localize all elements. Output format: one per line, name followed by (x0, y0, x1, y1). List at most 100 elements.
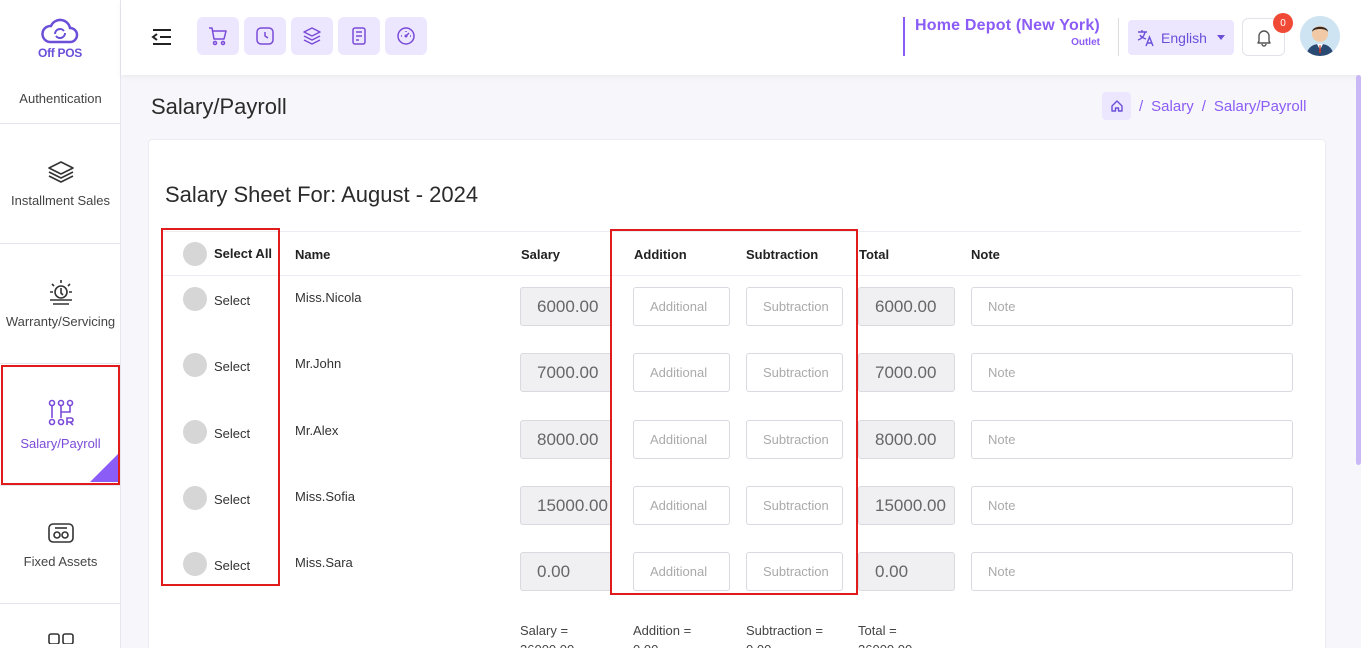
salary-sheet-card: Salary Sheet For: August - 2024 Select A… (148, 139, 1326, 648)
col-header-subtraction: Subtraction (746, 247, 819, 262)
subtraction-input[interactable] (746, 552, 843, 591)
row-select-label[interactable]: Select (214, 558, 250, 573)
total-field (858, 353, 955, 392)
layers-icon (303, 27, 321, 45)
row-select-label[interactable]: Select (214, 426, 250, 441)
header-divider (1118, 18, 1119, 56)
col-header-addition: Addition (634, 247, 687, 262)
breadcrumb-separator: / (1139, 97, 1144, 115)
sidebar-item-salary-payroll[interactable]: Salary/Payroll (0, 364, 120, 486)
user-avatar[interactable] (1300, 16, 1340, 56)
salary-field (520, 287, 612, 326)
language-dropdown[interactable]: English (1128, 20, 1234, 55)
sheet-title: Salary Sheet For: August - 2024 (165, 182, 479, 207)
addition-input[interactable] (633, 420, 730, 459)
layers-button[interactable] (291, 17, 333, 55)
row-select-checkbox[interactable] (183, 287, 207, 311)
salary-field (520, 552, 612, 591)
row-select-label[interactable]: Select (214, 359, 250, 374)
salary-field (520, 420, 612, 459)
sidebar-item-label: Warranty/Servicing (5, 314, 116, 329)
subtraction-input[interactable] (746, 420, 843, 459)
sidebar-item-fixed-assets[interactable]: Fixed Assets (0, 486, 120, 604)
employee-name: Miss.Nicola (295, 290, 362, 305)
assets-icon (47, 523, 74, 543)
summary-value: 0.00 (633, 640, 691, 648)
total-field (858, 420, 955, 459)
addition-input[interactable] (633, 552, 730, 591)
sidebar: Off POS Authentication Installment Sales… (0, 0, 121, 648)
cloud-logo-icon (41, 18, 79, 43)
menu-collapse-icon[interactable] (151, 26, 173, 48)
col-header-salary: Salary (521, 247, 561, 262)
breadcrumb: / Salary / Salary/Payroll (1102, 92, 1306, 120)
employee-name: Mr.Alex (295, 423, 339, 438)
sidebar-item-label: Installment Sales (11, 193, 110, 208)
subtraction-input[interactable] (746, 486, 843, 525)
col-header-note: Note (971, 247, 1000, 262)
pos-cart-button[interactable] (197, 17, 239, 55)
salary-field (520, 486, 612, 525)
cart-icon (209, 27, 227, 46)
sidebar-item-next[interactable] (0, 604, 120, 648)
sidebar-item-authentication[interactable]: Authentication (0, 62, 120, 124)
col-header-total: Total (859, 247, 890, 262)
select-all-checkbox[interactable] (183, 242, 207, 266)
row-select-label[interactable]: Select (214, 492, 250, 507)
summary-value: 36000.00 (520, 640, 574, 648)
total-field (858, 552, 955, 591)
row-select-label[interactable]: Select (214, 293, 250, 308)
row-select-checkbox[interactable] (183, 552, 207, 576)
addition-input[interactable] (633, 287, 730, 326)
row-select-checkbox[interactable] (183, 353, 207, 377)
register-icon (352, 27, 366, 45)
layers-icon (47, 161, 74, 183)
summary-total: Total = 36000.00 (858, 621, 912, 648)
payroll-icon (48, 399, 74, 426)
summary-subtraction: Subtraction = 0.00 (746, 621, 823, 648)
table-header-border (163, 231, 1301, 232)
note-input[interactable] (971, 420, 1293, 459)
sidebar-item-installment-sales[interactable]: Installment Sales (0, 124, 120, 244)
summary-value: 36000.00 (858, 640, 912, 648)
employee-name: Mr.John (295, 356, 342, 371)
home-icon (1110, 100, 1123, 112)
register-button[interactable] (338, 17, 380, 55)
row-select-checkbox[interactable] (183, 420, 207, 444)
grid-icon (47, 633, 74, 644)
avatar-icon (1300, 16, 1340, 56)
sidebar-item-label: Authentication (19, 91, 102, 106)
sidebar-item-warranty[interactable]: Warranty/Servicing (0, 244, 120, 364)
employee-name: Miss.Sara (295, 555, 353, 570)
subtraction-input[interactable] (746, 287, 843, 326)
translate-icon (1137, 29, 1154, 46)
col-header-name: Name (295, 247, 331, 262)
addition-input[interactable] (633, 486, 730, 525)
note-input[interactable] (971, 287, 1293, 326)
select-all-label[interactable]: Select All (214, 246, 272, 261)
subtraction-input[interactable] (746, 353, 843, 392)
row-select-checkbox[interactable] (183, 486, 207, 510)
breadcrumb-item-salary[interactable]: Salary (1151, 98, 1194, 115)
note-input[interactable] (971, 353, 1293, 392)
summary-label: Total = (858, 623, 897, 638)
breadcrumb-separator: / (1201, 97, 1206, 115)
page-scrollbar[interactable] (1356, 75, 1361, 465)
table-header-border (163, 275, 1301, 276)
clock-icon (256, 27, 274, 45)
clock-button[interactable] (244, 17, 286, 55)
chevron-down-icon (1216, 35, 1225, 40)
dashboard-button[interactable] (385, 17, 427, 55)
summary-label: Salary = (520, 623, 569, 638)
summary-label: Subtraction = (746, 623, 823, 638)
sidebar-item-label: Fixed Assets (23, 554, 98, 569)
breadcrumb-home[interactable] (1102, 92, 1131, 120)
note-input[interactable] (971, 486, 1293, 525)
addition-input[interactable] (633, 353, 730, 392)
note-input[interactable] (971, 552, 1293, 591)
outlet-selector[interactable]: Home Depot (New York) Outlet (903, 17, 1100, 56)
notifications-button[interactable]: 0 (1242, 13, 1293, 56)
breadcrumb-item-current: Salary/Payroll (1213, 97, 1307, 115)
summary-salary: Salary = 36000.00 (520, 621, 574, 648)
gauge-icon (397, 27, 415, 45)
